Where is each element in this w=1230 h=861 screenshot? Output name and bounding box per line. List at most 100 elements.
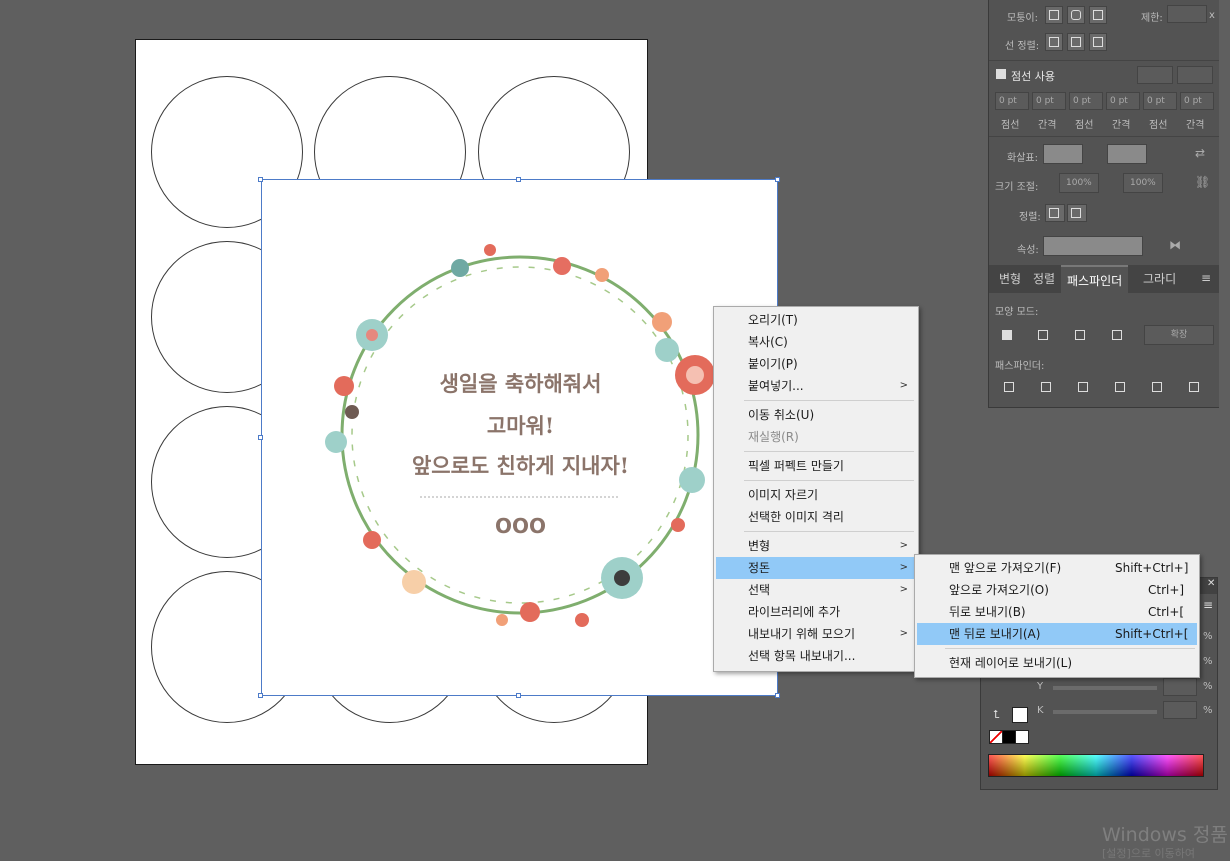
pathfinder-panel: 변형 정렬 패스파인더 그라디 ≡ 모양 모드: 확장 패스파인더: — [988, 265, 1219, 408]
exclude-icon — [1112, 330, 1122, 340]
unite-icon — [1002, 330, 1012, 340]
exclude-button[interactable] — [1109, 327, 1127, 345]
menu-item-isolate-image[interactable]: 선택한 이미지 격리 — [716, 506, 916, 528]
unite-button[interactable] — [999, 327, 1017, 345]
close-icon[interactable]: ✕ — [1207, 578, 1215, 589]
crop-icon — [1115, 382, 1125, 392]
trim-icon — [1041, 382, 1051, 392]
menu-item-export-selection[interactable]: 선택 항목 내보내기... — [716, 645, 916, 667]
tab-transform[interactable]: 변형 — [993, 265, 1027, 293]
divide-button[interactable] — [1001, 379, 1019, 397]
arrow-align-outside-button[interactable] — [1067, 204, 1087, 222]
menu-item-arrange[interactable]: 정돈 > — [716, 557, 916, 579]
end-arrowhead-select[interactable] — [1107, 144, 1147, 164]
white-swatch[interactable] — [1015, 730, 1029, 744]
dash-pattern-button[interactable] — [1137, 66, 1173, 84]
end-scale-input[interactable]: 100% — [1123, 173, 1163, 193]
black-swatch[interactable] — [1002, 730, 1016, 744]
menu-item-bring-forward[interactable]: 앞으로 가져오기(O) Ctrl+] — [917, 579, 1197, 601]
intersect-button[interactable] — [1072, 327, 1090, 345]
black-slider[interactable] — [1053, 710, 1157, 714]
menu-item-redo[interactable]: 재실행(R) — [716, 426, 916, 448]
align-inside-button[interactable] — [1067, 33, 1085, 51]
menu-separator — [945, 648, 1195, 649]
gap-label: 간격 — [1186, 120, 1205, 131]
selection-handle[interactable] — [516, 177, 521, 182]
crop-button[interactable] — [1112, 379, 1130, 397]
dash-align-button[interactable] — [1177, 66, 1213, 84]
menu-item-label: 이동 취소(U) — [748, 408, 815, 422]
tab-align[interactable]: 정렬 — [1027, 265, 1061, 293]
tab-gradient[interactable]: 그라디 — [1137, 265, 1182, 293]
selection-handle[interactable] — [258, 693, 263, 698]
fill-color-swatch[interactable] — [1012, 707, 1028, 723]
gap-label: 간격 — [1038, 120, 1057, 131]
menu-item-transform[interactable]: 변형 > — [716, 535, 916, 557]
selection-handle[interactable] — [258, 177, 263, 182]
menu-item-paste-special[interactable]: 붙여넣기... > — [716, 375, 916, 397]
none-swatch[interactable] — [989, 730, 1003, 744]
profile-select[interactable] — [1043, 236, 1143, 256]
profile-label: 속성: — [1017, 245, 1039, 256]
trim-button[interactable] — [1038, 379, 1056, 397]
gap-input[interactable]: 0 pt — [1180, 92, 1214, 110]
menu-item-send-to-current-layer[interactable]: 현재 레이어로 보내기(L) — [917, 652, 1197, 674]
merge-button[interactable] — [1075, 379, 1093, 397]
menu-item-paste[interactable]: 붙이기(P) — [716, 353, 916, 375]
selection-handle[interactable] — [775, 177, 780, 182]
round-join-button[interactable] — [1067, 6, 1085, 24]
menu-item-copy[interactable]: 복사(C) — [716, 331, 916, 353]
spectrum-white-fade — [989, 755, 1203, 776]
menu-item-send-to-back[interactable]: 맨 뒤로 보내기(A) Shift+Ctrl+[ — [917, 623, 1197, 645]
arrow-align-inside-icon — [1049, 208, 1059, 218]
submenu-arrow-icon: > — [899, 380, 908, 391]
menu-item-crop-image[interactable]: 이미지 자르기 — [716, 484, 916, 506]
menu-item-collect-for-export[interactable]: 내보내기 위해 모으기 > — [716, 623, 916, 645]
menu-item-label: 오리기(T) — [748, 313, 798, 327]
minus-back-button[interactable] — [1186, 379, 1204, 397]
dash-input[interactable]: 0 pt — [995, 92, 1029, 110]
start-arrowhead-select[interactable] — [1043, 144, 1083, 164]
swap-arrowheads-icon[interactable]: ⇄ — [1195, 146, 1205, 160]
menu-item-cut[interactable]: 오리기(T) — [716, 309, 916, 331]
dash-input[interactable]: 0 pt — [1143, 92, 1177, 110]
tab-pathfinder[interactable]: 패스파인더 — [1061, 265, 1129, 293]
menu-item-bring-to-front[interactable]: 맨 앞으로 가져오기(F) Shift+Ctrl+] — [917, 557, 1197, 579]
expand-button[interactable]: 확장 — [1144, 325, 1214, 345]
start-scale-input[interactable]: 100% — [1059, 173, 1099, 193]
outline-button[interactable] — [1149, 379, 1167, 397]
yellow-input[interactable] — [1163, 678, 1197, 696]
black-input[interactable] — [1163, 701, 1197, 719]
align-outside-button[interactable] — [1089, 33, 1107, 51]
selection-handle[interactable] — [258, 435, 263, 440]
arrow-align-inside-button[interactable] — [1045, 204, 1065, 222]
scale-label: 크기 조절: — [995, 182, 1039, 193]
menu-item-select[interactable]: 선택 > — [716, 579, 916, 601]
gap-input[interactable]: 0 pt — [1106, 92, 1140, 110]
menu-item-add-to-library[interactable]: 라이브러리에 추가 — [716, 601, 916, 623]
placed-card-image[interactable]: 생일을 축하해줘서 고마워! 앞으로도 친하게 지내자! OOO — [261, 179, 778, 696]
menu-item-send-backward[interactable]: 뒤로 보내기(B) Ctrl+[ — [917, 601, 1197, 623]
dash-input[interactable]: 0 pt — [1069, 92, 1103, 110]
stroke-panel: 모퉁이: 제한: x 선 정렬: 점선 사용 0 pt 0 pt 0 pt 0 … — [988, 0, 1219, 266]
menu-item-label: 내보내기 위해 모으기 — [748, 627, 855, 641]
bevel-join-button[interactable] — [1089, 6, 1107, 24]
selection-handle[interactable] — [516, 693, 521, 698]
menu-item-label: 라이브러리에 추가 — [748, 605, 841, 619]
menu-item-undo-move[interactable]: 이동 취소(U) — [716, 404, 916, 426]
limit-label: 제한: — [1141, 13, 1163, 24]
link-scale-icon[interactable]: ⛓ — [1195, 175, 1210, 189]
yellow-slider[interactable] — [1053, 686, 1157, 690]
gap-input[interactable]: 0 pt — [1032, 92, 1066, 110]
align-center-button[interactable] — [1045, 33, 1063, 51]
panel-menu-icon[interactable]: ≡ — [1201, 271, 1211, 285]
dashed-line-checkbox[interactable] — [996, 69, 1006, 79]
miter-join-button[interactable] — [1045, 6, 1063, 24]
menu-item-make-pixel-perfect[interactable]: 픽셀 퍼펙트 만들기 — [716, 455, 916, 477]
panel-menu-icon[interactable]: ≡ — [1203, 598, 1213, 612]
flip-profile-icon[interactable]: ⧓ — [1169, 238, 1181, 252]
minus-front-button[interactable] — [1035, 327, 1053, 345]
selection-handle[interactable] — [775, 693, 780, 698]
minus-back-icon — [1189, 382, 1199, 392]
limit-input[interactable] — [1167, 5, 1207, 23]
